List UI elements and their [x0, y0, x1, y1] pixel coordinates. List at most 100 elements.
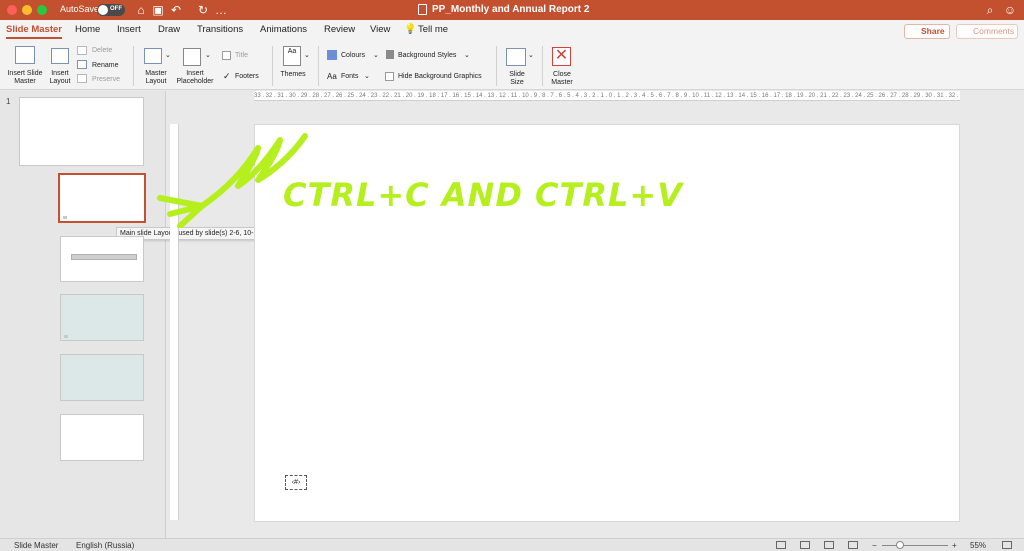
slide-size-label[interactable]: Slide Size	[502, 71, 532, 87]
maximize-window-button[interactable]	[37, 5, 47, 15]
themes-icon[interactable]: Aa	[283, 46, 301, 66]
background-styles-icon	[386, 50, 394, 59]
close-window-button[interactable]	[7, 5, 17, 15]
tab-home[interactable]: Home	[75, 24, 100, 35]
insert-layout-icon[interactable]	[51, 48, 69, 64]
fonts-icon: Aa	[327, 72, 337, 81]
normal-view-icon[interactable]	[776, 541, 786, 549]
slide-number-placeholder[interactable]: ‹#›	[285, 475, 307, 490]
master-layout-label[interactable]: Master Layout	[138, 70, 174, 86]
reading-view-icon[interactable]	[824, 541, 834, 549]
thumbnail-table-row	[71, 254, 137, 260]
thumbnail-footer	[63, 216, 67, 219]
search-icon[interactable]: ⌕	[982, 2, 998, 18]
layout-thumbnail[interactable]	[60, 414, 144, 461]
autosave-toggle[interactable]: OFF	[97, 4, 125, 16]
ribbon-separator	[318, 46, 319, 86]
ribbon-separator	[133, 46, 134, 86]
close-master-icon[interactable]: ✕	[552, 47, 571, 66]
colours-button[interactable]: Colours	[341, 52, 365, 59]
comments-button[interactable]: Comments	[956, 24, 1018, 39]
document-icon	[418, 4, 427, 15]
tab-review[interactable]: Review	[324, 24, 355, 35]
footers-label: Footers	[235, 73, 259, 80]
account-icon[interactable]: ☺	[1002, 2, 1018, 18]
tab-transitions[interactable]: Transitions	[197, 24, 243, 35]
zoom-slider-handle[interactable]	[896, 541, 904, 549]
footers-checkbox[interactable]: ✓	[223, 71, 231, 82]
hide-background-graphics-label: Hide Background Graphics	[398, 73, 482, 80]
zoom-out-button[interactable]: −	[872, 541, 877, 550]
chevron-down-icon: ⌄	[464, 52, 470, 59]
ribbon-separator	[542, 46, 543, 86]
zoom-slider-track[interactable]	[882, 545, 948, 546]
ribbon: Insert Slide Master Insert Layout Delete…	[0, 40, 1024, 90]
view-mode-label: Slide Master	[14, 541, 59, 550]
ribbon-separator	[272, 46, 273, 86]
tab-animations[interactable]: Animations	[260, 24, 307, 35]
delete-icon	[77, 46, 87, 55]
tab-draw[interactable]: Draw	[158, 24, 180, 35]
language-label[interactable]: English (Russia)	[76, 541, 134, 550]
chevron-down-icon: ⌄	[304, 52, 310, 59]
document-title: PP_Monthly and Annual Report 2	[432, 4, 590, 15]
tell-me[interactable]: Tell me	[418, 24, 448, 35]
insert-placeholder-label[interactable]: Insert Placeholder	[174, 70, 216, 86]
ribbon-separator	[496, 46, 497, 86]
insert-slide-master-label[interactable]: Insert Slide Master	[2, 70, 48, 86]
background-styles-button[interactable]: Background Styles	[398, 52, 456, 59]
chevron-down-icon: ⌄	[364, 73, 370, 80]
rename-icon	[77, 60, 87, 69]
layout-thumbnail-selected[interactable]	[58, 173, 146, 223]
layout-thumbnail[interactable]	[60, 236, 144, 282]
share-button[interactable]: Share	[904, 24, 950, 39]
close-master-label[interactable]: Close Master	[546, 71, 578, 87]
delete-button[interactable]: Delete	[92, 47, 112, 54]
slide-number: 1	[6, 97, 11, 106]
horizontal-ruler: 33 . 32 . 31 . 30 . 29 . 28 . 27 . 26 . …	[254, 91, 960, 101]
annotation-text: CTRL+C AND CTRL+V	[283, 176, 683, 214]
layout-thumbnail[interactable]	[60, 354, 144, 401]
insert-slide-master-icon[interactable]	[15, 46, 35, 64]
fonts-button[interactable]: Fonts	[341, 73, 359, 80]
home-icon[interactable]: ⌂	[133, 2, 149, 18]
preserve-button[interactable]: Preserve	[92, 76, 120, 83]
more-icon[interactable]: …	[213, 2, 229, 18]
hide-background-graphics-checkbox[interactable]	[385, 72, 394, 81]
preserve-icon	[77, 74, 87, 83]
layout-thumbnail[interactable]	[60, 294, 144, 341]
toggle-knob	[98, 5, 108, 15]
slide-size-icon[interactable]	[506, 48, 526, 66]
chevron-down-icon: ⌄	[205, 52, 211, 59]
master-slide-thumbnail[interactable]	[19, 97, 144, 166]
active-tab-indicator	[6, 37, 62, 39]
tab-view[interactable]: View	[370, 24, 390, 35]
rename-button[interactable]: Rename	[92, 62, 118, 69]
thumbnail-footer	[64, 335, 68, 338]
colours-icon	[327, 50, 337, 60]
status-bar: Slide Master English (Russia) − + 55%	[0, 538, 1024, 551]
insert-placeholder-icon[interactable]	[183, 48, 201, 66]
tab-slide-master[interactable]: Slide Master	[6, 24, 62, 35]
chevron-down-icon: ⌄	[373, 52, 379, 59]
insert-layout-label[interactable]: Insert Layout	[46, 70, 74, 86]
undo-icon[interactable]: ↶	[168, 2, 184, 18]
title-label: Title	[235, 52, 248, 59]
zoom-level[interactable]: 55%	[970, 541, 986, 550]
save-icon[interactable]: ▣	[150, 2, 166, 18]
title-bar: AutoSave OFF ⌂ ▣ ↶ ↻ … PP_Monthly and An…	[0, 0, 1024, 20]
ribbon-tabs: Slide Master Home Insert Draw Transition…	[0, 20, 1024, 40]
minimize-window-button[interactable]	[22, 5, 32, 15]
slideshow-icon[interactable]	[848, 541, 858, 549]
title-checkbox[interactable]	[222, 51, 231, 60]
autosave-label: AutoSave	[60, 4, 100, 14]
master-layout-icon[interactable]	[144, 48, 162, 64]
zoom-in-button[interactable]: +	[952, 541, 957, 550]
fit-to-window-icon[interactable]	[1002, 541, 1012, 549]
themes-label[interactable]: Themes	[278, 71, 308, 79]
chevron-down-icon: ⌄	[528, 52, 534, 59]
slide-sorter-icon[interactable]	[800, 541, 810, 549]
redo-icon[interactable]: ↻	[195, 2, 211, 18]
lightbulb-icon: 💡	[404, 24, 417, 35]
tab-insert[interactable]: Insert	[117, 24, 141, 35]
